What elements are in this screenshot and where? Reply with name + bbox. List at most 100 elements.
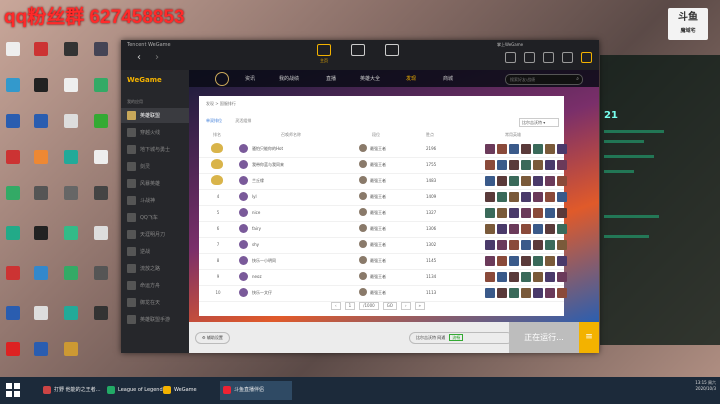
search-icon[interactable]: ⌕ <box>576 76 579 82</box>
desktop-icon[interactable] <box>90 78 112 106</box>
desktop-icon[interactable] <box>2 226 24 254</box>
desktop-icon[interactable] <box>60 150 82 178</box>
desktop-icon[interactable] <box>2 342 24 370</box>
assist-settings-button[interactable]: ⚙ 辅助设置 <box>195 332 230 344</box>
launch-menu-button[interactable]: ≡ <box>579 322 599 353</box>
lol-nav-item[interactable]: 商城 <box>443 75 453 82</box>
hero-icon[interactable] <box>557 192 567 202</box>
hero-icon[interactable] <box>545 208 555 218</box>
hero-icon[interactable] <box>545 256 555 266</box>
desktop-icon[interactable] <box>2 266 24 294</box>
avatar-icon[interactable] <box>505 52 516 63</box>
hero-icon[interactable] <box>485 208 495 218</box>
sidebar-item[interactable]: 地下城与勇士 <box>121 142 189 157</box>
desktop-icon[interactable] <box>60 186 82 214</box>
lol-logo-icon[interactable] <box>215 72 229 86</box>
desktop-icon[interactable] <box>30 342 52 370</box>
sidebar-item[interactable]: 天涯明月刀 <box>121 227 189 242</box>
lol-nav-item-discover[interactable]: 发现 <box>406 75 416 82</box>
desktop-icon[interactable] <box>60 42 82 70</box>
hero-icon[interactable] <box>497 288 507 298</box>
hero-icon[interactable] <box>533 160 543 170</box>
hero-icon[interactable] <box>485 176 495 186</box>
server-select[interactable]: 比尔吉沃特 ▾ <box>519 118 559 127</box>
system-tray[interactable]: 13:15 周六 2020/10/3 <box>640 380 716 391</box>
hero-icon[interactable] <box>557 272 567 282</box>
hero-icon[interactable] <box>509 176 519 186</box>
hero-icon[interactable] <box>485 256 495 266</box>
hero-icon[interactable] <box>509 288 519 298</box>
hero-icon[interactable] <box>533 208 543 218</box>
desktop-icon[interactable] <box>60 342 82 370</box>
summoner-name[interactable]: fairy <box>252 226 261 231</box>
avatar[interactable] <box>239 160 248 169</box>
desktop-icon[interactable] <box>90 114 112 142</box>
hero-icon[interactable] <box>485 288 495 298</box>
sidebar-item[interactable]: 穿越火线 <box>121 125 189 140</box>
summoner-name[interactable]: 快乐—小明同 <box>252 258 276 264</box>
desktop-icon[interactable] <box>90 266 112 294</box>
page-prev[interactable]: ‹ <box>331 302 341 310</box>
hero-icon[interactable] <box>521 160 531 170</box>
lol-nav-item[interactable]: 直播 <box>326 75 336 82</box>
summoner-name[interactable]: 骚怕只能你的Hot <box>252 146 283 152</box>
summoner-name[interactable]: neoz <box>252 274 262 279</box>
desktop-icon[interactable] <box>30 186 52 214</box>
hero-icon[interactable] <box>485 160 495 170</box>
lol-nav-item[interactable]: 我的战绩 <box>279 75 299 82</box>
hero-icon[interactable] <box>521 224 531 234</box>
hero-icon[interactable] <box>557 144 567 154</box>
desktop-icon[interactable] <box>90 306 112 334</box>
hero-icon[interactable] <box>497 256 507 266</box>
hero-icon[interactable] <box>545 240 555 250</box>
hero-icon[interactable] <box>557 288 567 298</box>
hero-icon[interactable] <box>545 272 555 282</box>
search-input[interactable] <box>510 75 570 84</box>
page-current[interactable]: 1 <box>344 302 356 310</box>
summoner-name[interactable]: 快乐—文仔 <box>252 290 272 296</box>
desktop-icon[interactable] <box>90 42 112 70</box>
hero-icon[interactable] <box>497 240 507 250</box>
avatar[interactable] <box>239 176 248 185</box>
desktop-icon[interactable] <box>2 150 24 178</box>
desktop-icon[interactable] <box>30 266 52 294</box>
hero-icon[interactable] <box>545 192 555 202</box>
desktop-icon[interactable] <box>2 306 24 334</box>
hero-icon[interactable] <box>485 224 495 234</box>
desktop-icon[interactable] <box>2 78 24 106</box>
desktop-icon[interactable] <box>30 306 52 334</box>
desktop-icon[interactable] <box>90 150 112 178</box>
hero-icon[interactable] <box>509 272 519 282</box>
hero-icon[interactable] <box>533 176 543 186</box>
avatar[interactable] <box>239 224 248 233</box>
account-name[interactable]: 掌上WeGame <box>497 42 523 48</box>
hero-icon[interactable] <box>557 256 567 266</box>
desktop-icon[interactable] <box>60 114 82 142</box>
avatar[interactable] <box>239 192 248 201</box>
hero-icon[interactable] <box>533 272 543 282</box>
breadcrumb[interactable]: 发现 > 国服排行 <box>206 101 236 107</box>
sidebar-item[interactable]: 御龙在天 <box>121 295 189 310</box>
summoner-name[interactable]: lyl <box>252 194 257 199</box>
menu-icon[interactable] <box>562 52 573 63</box>
download-icon[interactable] <box>543 52 554 63</box>
hero-icon[interactable] <box>533 288 543 298</box>
hero-icon[interactable] <box>545 160 555 170</box>
forward-arrow-icon[interactable]: › <box>155 52 159 63</box>
hero-icon[interactable] <box>533 144 543 154</box>
zone-select[interactable]: 比尔吉沃特 网通 流畅 <box>409 332 513 344</box>
desktop-icon[interactable] <box>30 78 52 106</box>
hero-icon[interactable] <box>557 208 567 218</box>
hero-icon[interactable] <box>509 192 519 202</box>
hero-icon[interactable] <box>545 144 555 154</box>
tab-flex[interactable]: 灵活组排 <box>235 118 251 123</box>
hero-icon[interactable] <box>497 160 507 170</box>
desktop-icon[interactable] <box>90 186 112 214</box>
avatar[interactable] <box>239 208 248 217</box>
hero-icon[interactable] <box>533 192 543 202</box>
hero-icon[interactable] <box>497 224 507 234</box>
back-arrow-icon[interactable]: ‹ <box>137 52 141 63</box>
page-last[interactable]: » <box>414 302 425 310</box>
desktop-icon[interactable] <box>2 42 24 70</box>
hero-icon[interactable] <box>533 256 543 266</box>
